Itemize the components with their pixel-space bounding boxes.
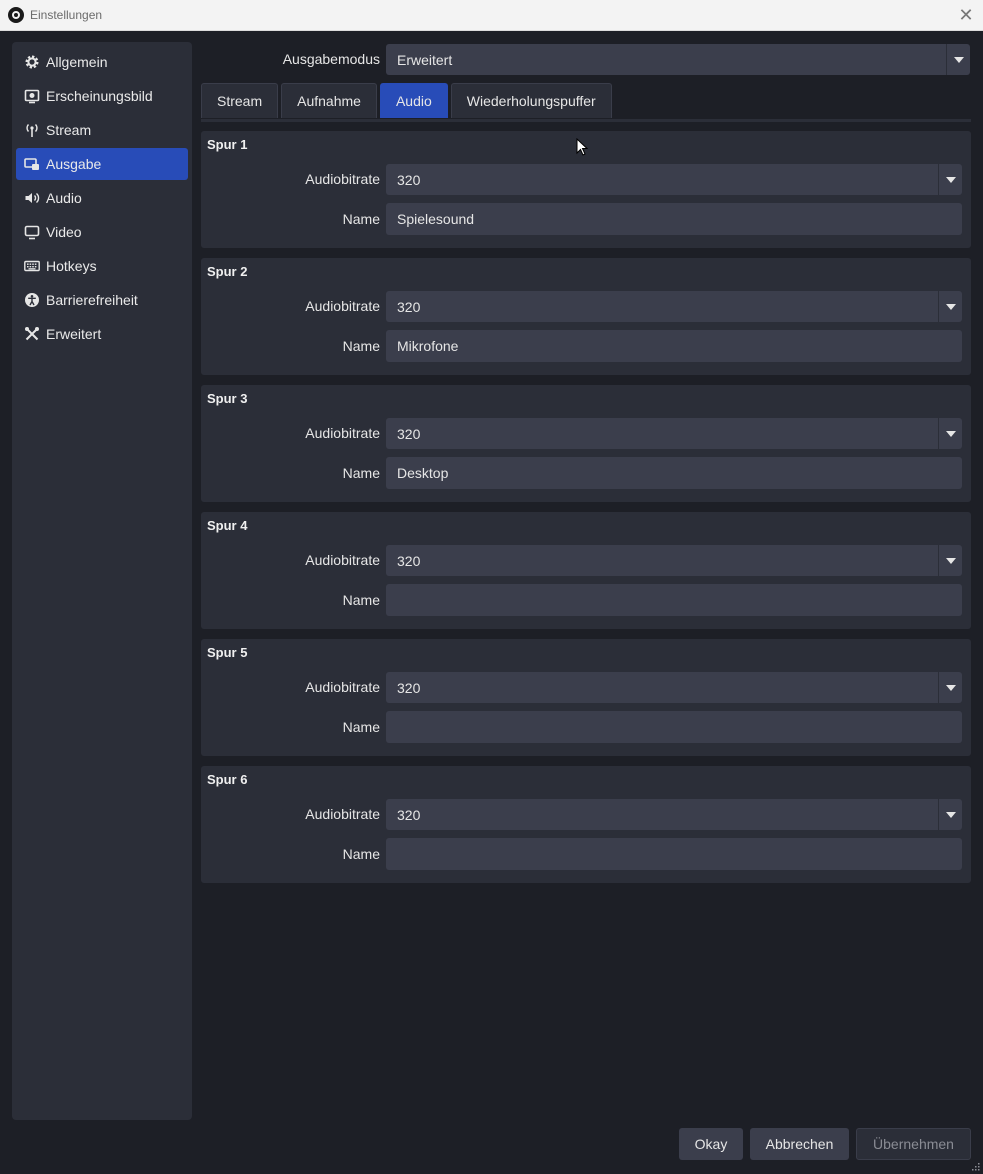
keyboard-icon [24, 258, 40, 274]
audio-bitrate-value: 320 [397, 298, 421, 315]
cancel-button[interactable]: Abbrechen [750, 1128, 849, 1160]
sidebar-item-barrierefreiheit[interactable]: Barrierefreiheit [16, 284, 188, 316]
track-group-5: Spur 5 Audiobitrate 320 Name [201, 639, 971, 756]
gear-icon [24, 54, 40, 70]
track-group-4: Spur 4 Audiobitrate 320 Name [201, 512, 971, 629]
sidebar-item-hotkeys[interactable]: Hotkeys [16, 250, 188, 282]
close-icon[interactable]: ✕ [957, 5, 975, 25]
sidebar-item-ausgabe[interactable]: Ausgabe [16, 148, 188, 180]
window-title: Einstellungen [30, 8, 103, 22]
track-title: Spur 4 [207, 518, 248, 533]
track-name-input[interactable] [386, 838, 962, 870]
output-mode-label: Ausgabemodus [282, 51, 380, 67]
chevron-down-icon[interactable] [938, 545, 962, 576]
sidebar-item-label: Video [46, 224, 82, 240]
track-name-input[interactable] [386, 711, 962, 743]
track-title: Spur 2 [207, 264, 248, 279]
title-bar: Einstellungen ✕ [0, 0, 983, 31]
track-title: Spur 6 [207, 772, 248, 787]
obs-logo-icon [8, 7, 24, 23]
track-name-label: Name [342, 338, 380, 354]
track-title: Spur 5 [207, 645, 248, 660]
output-icon [24, 156, 40, 172]
tab-wiederholungspuffer[interactable]: Wiederholungspuffer [450, 83, 612, 118]
sidebar-item-audio[interactable]: Audio [16, 182, 188, 214]
chevron-down-icon[interactable] [946, 44, 970, 75]
tools-icon [24, 326, 40, 342]
accessibility-icon [24, 292, 40, 308]
chevron-down-icon[interactable] [938, 672, 962, 703]
palette-icon [24, 88, 40, 104]
track-group-6: Spur 6 Audiobitrate 320 Name [201, 766, 971, 883]
audio-bitrate-label: Audiobitrate [305, 171, 380, 187]
mouse-cursor-icon [576, 138, 588, 156]
audio-bitrate-label: Audiobitrate [305, 298, 380, 314]
tab-divider [201, 119, 971, 122]
output-mode-value: Erweitert [397, 51, 453, 68]
sidebar-item-label: Hotkeys [46, 258, 97, 274]
sidebar-item-label: Audio [46, 190, 82, 206]
chevron-down-icon[interactable] [938, 799, 962, 830]
monitor-icon [24, 224, 40, 240]
track-title: Spur 1 [207, 137, 248, 152]
track-group-3: Spur 3 Audiobitrate 320 Name [201, 385, 971, 502]
track-name-label: Name [342, 465, 380, 481]
chevron-down-icon[interactable] [938, 418, 962, 449]
output-mode-select[interactable]: Erweitert [386, 44, 970, 75]
speaker-icon [24, 190, 40, 206]
track-name-label: Name [342, 719, 380, 735]
sidebar-item-stream[interactable]: Stream [16, 114, 188, 146]
audio-bitrate-select[interactable]: 320 [386, 291, 962, 322]
sidebar-item-erweitert[interactable]: Erweitert [16, 318, 188, 350]
track-name-input[interactable] [386, 203, 962, 235]
sidebar-item-label: Barrierefreiheit [46, 292, 138, 308]
output-tabs: Stream Aufnahme Audio Wiederholungspuffe… [201, 83, 615, 119]
audio-bitrate-select[interactable]: 320 [386, 672, 962, 703]
resize-grip-icon[interactable] [972, 1163, 980, 1171]
track-title: Spur 3 [207, 391, 248, 406]
sidebar-item-label: Erweitert [46, 326, 102, 342]
track-name-input[interactable] [386, 584, 962, 616]
audio-bitrate-value: 320 [397, 171, 421, 188]
settings-sidebar: Allgemein Erscheinungsbild Stream Ausgab… [12, 42, 192, 1120]
audio-bitrate-select[interactable]: 320 [386, 418, 962, 449]
chevron-down-icon[interactable] [938, 291, 962, 322]
audio-bitrate-select[interactable]: 320 [386, 799, 962, 830]
track-name-label: Name [342, 592, 380, 608]
output-mode-row: Ausgabemodus Erweitert [200, 44, 972, 75]
audio-bitrate-value: 320 [397, 552, 421, 569]
tab-aufnahme[interactable]: Aufnahme [281, 83, 377, 118]
tab-stream[interactable]: Stream [201, 83, 279, 118]
antenna-icon [24, 122, 40, 138]
sidebar-item-label: Erscheinungsbild [46, 88, 153, 104]
tab-audio[interactable]: Audio [379, 83, 448, 118]
track-name-label: Name [342, 211, 380, 227]
audio-bitrate-label: Audiobitrate [305, 679, 380, 695]
sidebar-item-label: Allgemein [46, 54, 108, 70]
sidebar-item-label: Ausgabe [46, 156, 102, 172]
track-name-input[interactable] [386, 330, 962, 362]
audio-bitrate-select[interactable]: 320 [386, 164, 962, 195]
audio-bitrate-value: 320 [397, 806, 421, 823]
sidebar-item-allgemein[interactable]: Allgemein [16, 46, 188, 78]
apply-button[interactable]: Übernehmen [856, 1128, 971, 1160]
sidebar-item-video[interactable]: Video [16, 216, 188, 248]
track-name-input[interactable] [386, 457, 962, 489]
okay-button[interactable]: Okay [679, 1128, 743, 1160]
sidebar-item-erscheinungsbild[interactable]: Erscheinungsbild [16, 80, 188, 112]
audio-bitrate-value: 320 [397, 679, 421, 696]
track-group-2: Spur 2 Audiobitrate 320 Name [201, 258, 971, 375]
audio-bitrate-label: Audiobitrate [305, 425, 380, 441]
sidebar-item-label: Stream [46, 122, 92, 138]
audio-bitrate-value: 320 [397, 425, 421, 442]
audio-bitrate-label: Audiobitrate [305, 806, 380, 822]
chevron-down-icon[interactable] [938, 164, 962, 195]
audio-bitrate-label: Audiobitrate [305, 552, 380, 568]
audio-bitrate-select[interactable]: 320 [386, 545, 962, 576]
track-name-label: Name [342, 846, 380, 862]
